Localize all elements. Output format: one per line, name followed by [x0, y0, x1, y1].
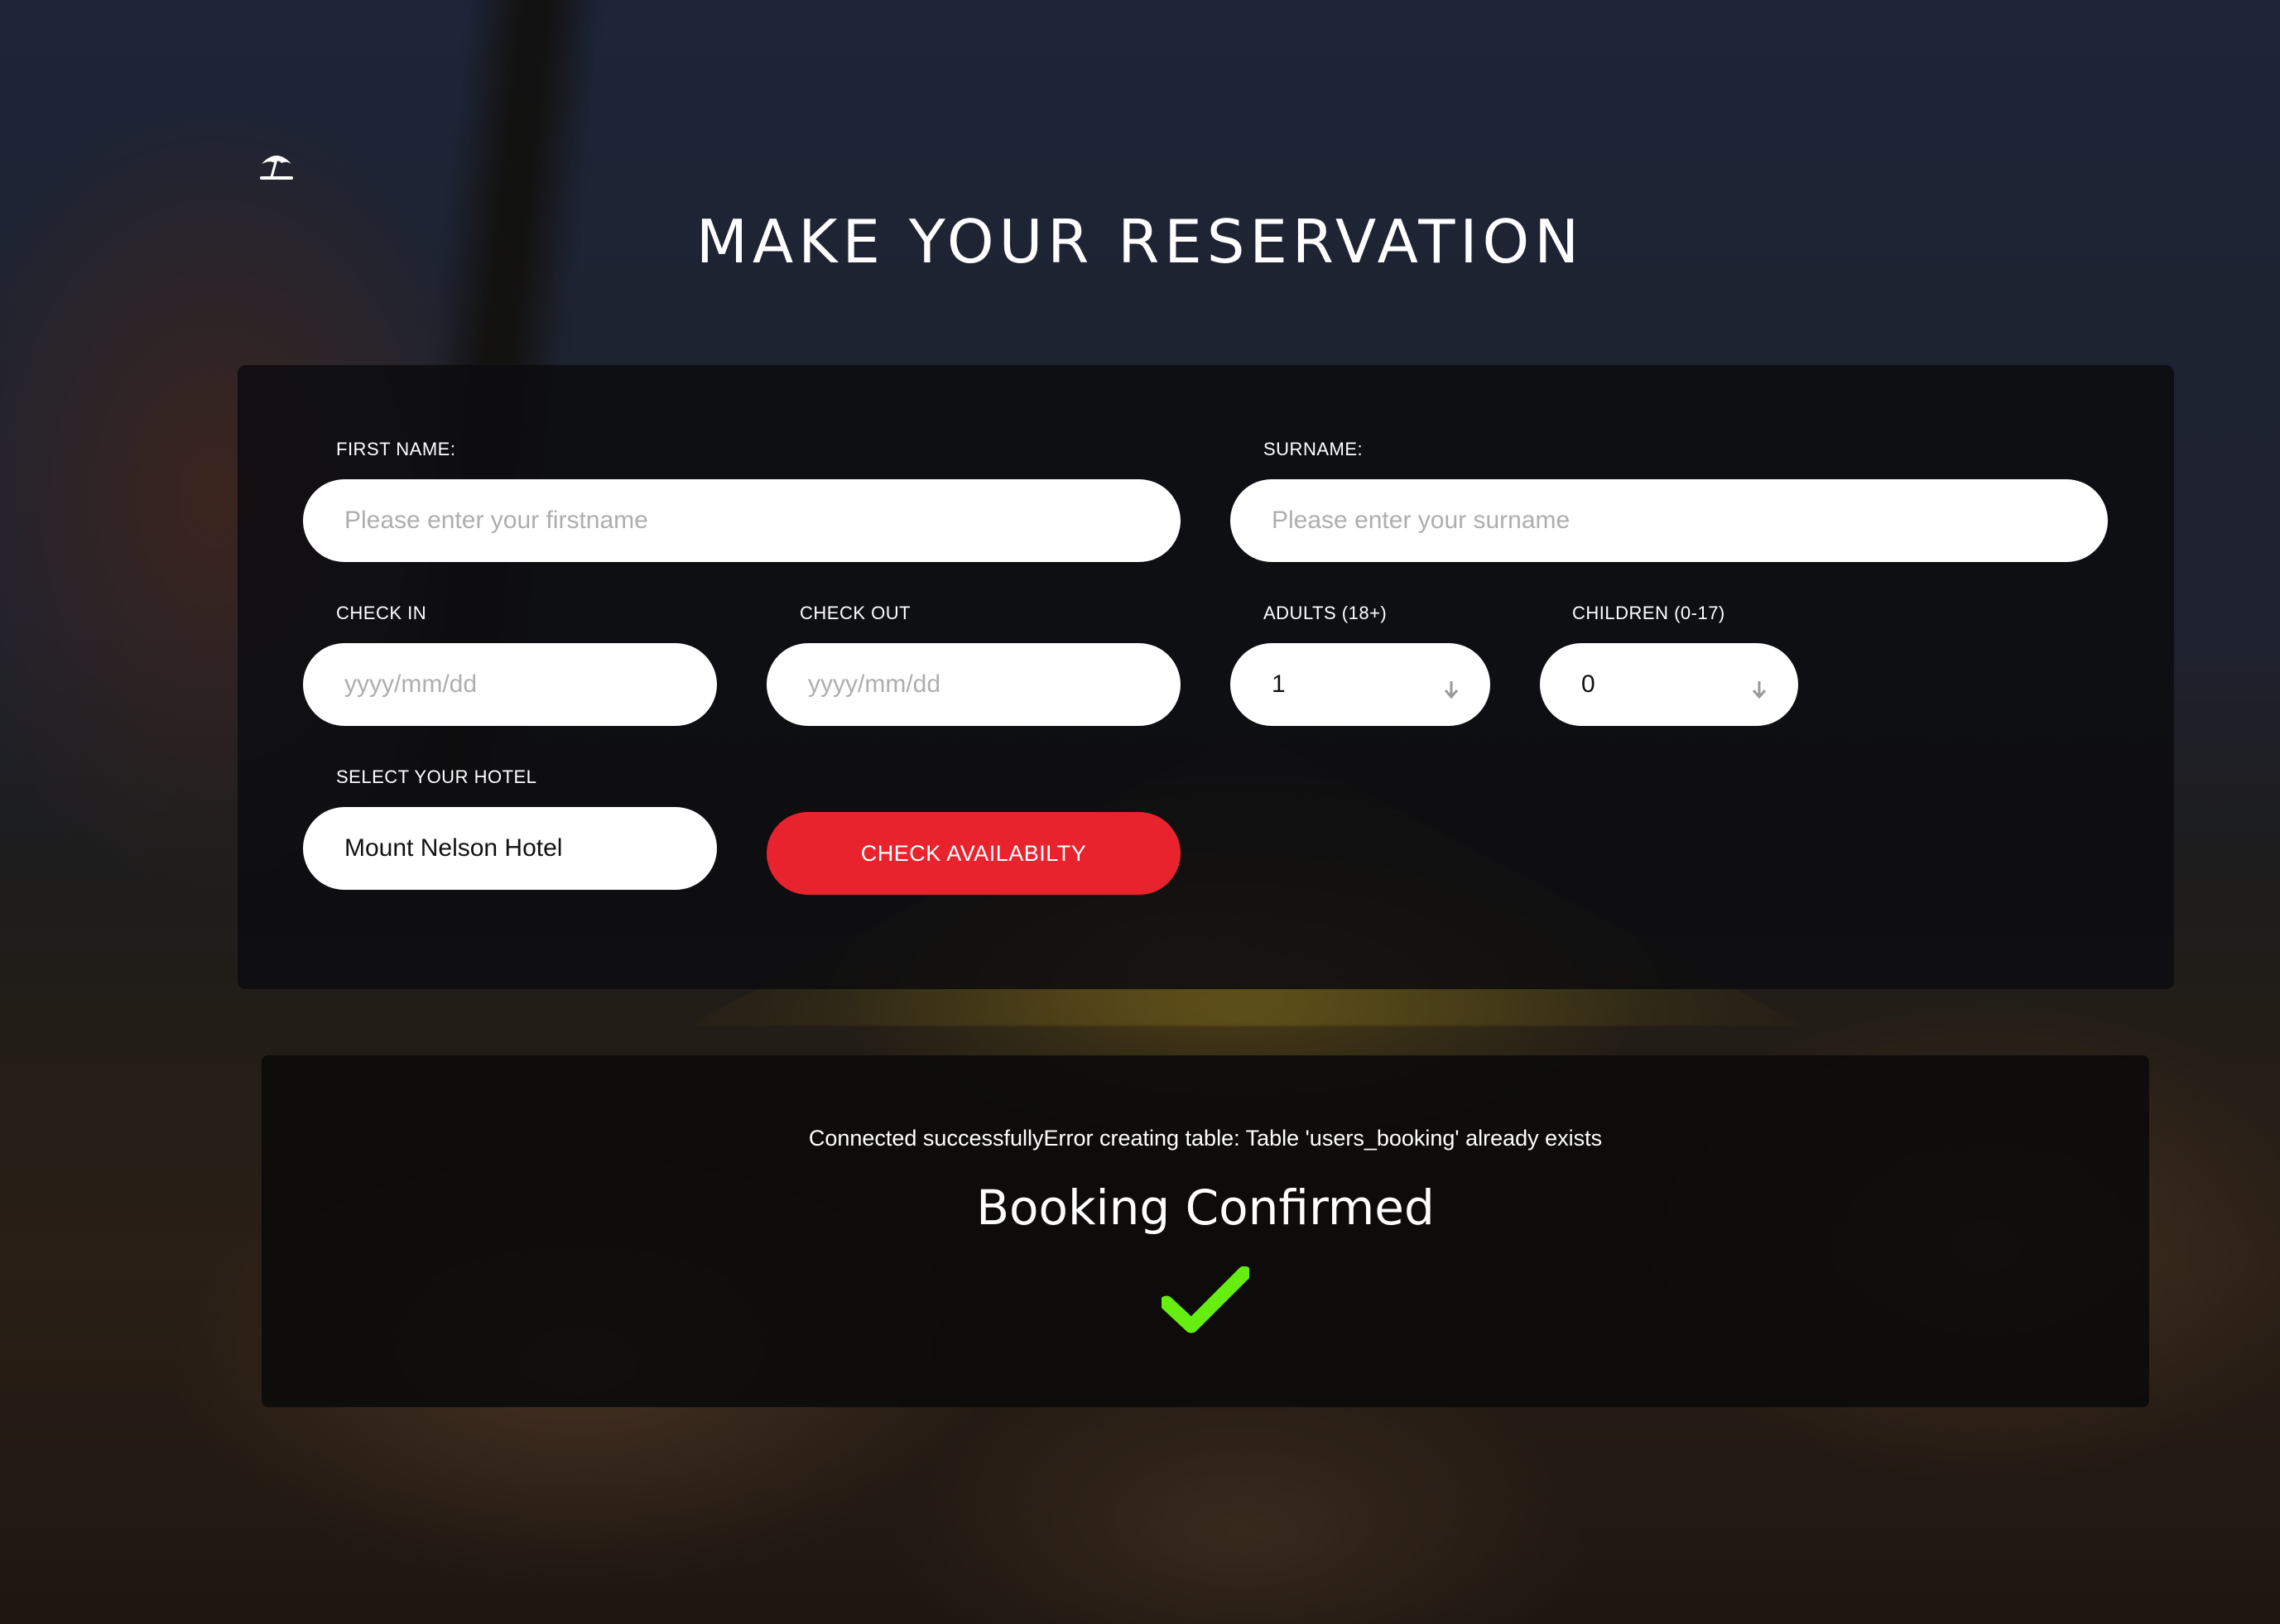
booking-result-panel: Connected successfullyError creating tab…: [262, 1055, 2149, 1407]
surname-label: SURNAME:: [1263, 439, 1364, 459]
surname-input[interactable]: [1230, 479, 2108, 562]
page-title: MAKE YOUR RESERVATION: [695, 207, 1585, 276]
reservation-form: FIRST NAME: SURNAME: CHECK IN CHECK OUT …: [238, 365, 2174, 989]
check-in-label: CHECK IN: [336, 603, 427, 623]
children-select[interactable]: 0: [1540, 643, 1798, 726]
checkmark-icon: [1162, 1266, 1249, 1333]
check-out-date-input[interactable]: [767, 643, 1181, 726]
adults-label: ADULTS (18+): [1263, 603, 1388, 623]
adults-value: 1: [1272, 670, 1286, 698]
status-message: Connected successfullyError creating tab…: [808, 1126, 1603, 1151]
adults-select[interactable]: 1: [1230, 643, 1490, 726]
first-name-label: FIRST NAME:: [336, 439, 456, 459]
check-out-label: CHECK OUT: [800, 603, 912, 623]
check-availability-button[interactable]: CHECK AVAILABILTY: [767, 812, 1181, 895]
beach-umbrella-icon[interactable]: [258, 149, 295, 182]
check-in-date-input[interactable]: [303, 643, 717, 726]
first-name-input[interactable]: [303, 479, 1181, 562]
hotel-label: SELECT YOUR HOTEL: [336, 766, 537, 787]
children-label: CHILDREN (0-17): [1572, 603, 1725, 623]
hotel-select[interactable]: Mount Nelson Hotel: [303, 807, 717, 890]
arrow-down-icon: [1752, 681, 1767, 699]
children-value: 0: [1581, 670, 1595, 698]
arrow-down-icon: [1444, 681, 1459, 699]
booking-confirmed-title: Booking Confirmed: [976, 1180, 1435, 1236]
hotel-value: Mount Nelson Hotel: [344, 834, 563, 862]
